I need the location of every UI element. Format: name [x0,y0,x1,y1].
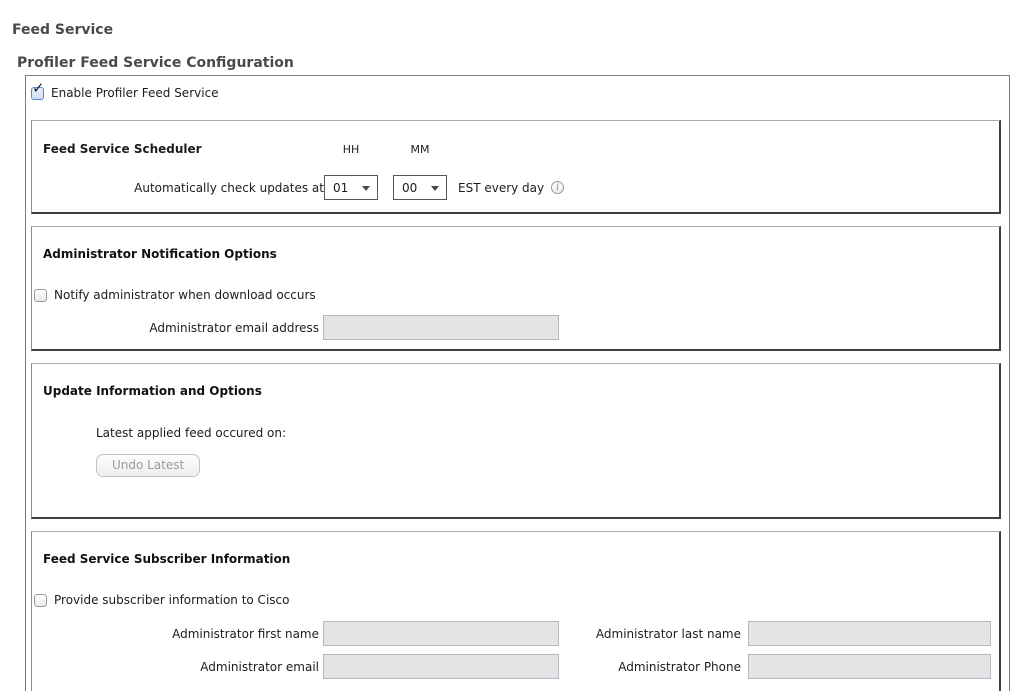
notification-section-title: Administrator Notification Options [43,247,999,261]
admin-email-label: Administrator email [32,660,319,674]
scheduler-section-title: Feed Service Scheduler [43,142,324,156]
minutes-column-label: MM [393,143,447,156]
notify-admin-label: Notify administrator when download occur… [54,288,316,302]
enable-feed-service-checkbox[interactable]: ✓ [31,87,44,100]
minute-select-value: 00 [402,181,417,195]
hour-select-value: 01 [333,181,348,195]
undo-latest-button[interactable]: Undo Latest [96,454,200,477]
provide-subscriber-info-row: Provide subscriber information to Cisco [34,593,999,607]
latest-applied-feed-label: Latest applied feed occured on: [96,426,999,440]
enable-feed-service-row: ✓ Enable Profiler Feed Service [26,76,1009,110]
subscriber-contact-row: Administrator email Administrator Phone [32,654,999,679]
checkmark-icon: ✓ [32,81,45,96]
admin-email-address-label: Administrator email address [32,321,319,335]
update-section-title: Update Information and Options [43,384,999,398]
subscriber-section: Feed Service Subscriber Information Prov… [31,531,1001,691]
admin-first-name-input[interactable] [323,621,559,646]
subscriber-name-row: Administrator first name Administrator l… [32,621,999,646]
chevron-down-icon [362,186,370,191]
notification-section: Administrator Notification Options Notif… [31,226,1001,351]
admin-phone-input[interactable] [748,654,991,679]
minute-select[interactable]: 00 [393,175,447,200]
update-section: Update Information and Options Latest ap… [31,363,1001,519]
page-title: Feed Service [12,22,1024,38]
enable-feed-service-label: Enable Profiler Feed Service [51,86,219,100]
timezone-frequency-label: EST every day [458,181,544,195]
notify-admin-checkbox[interactable] [34,289,47,302]
admin-first-name-label: Administrator first name [32,627,319,641]
auto-check-updates-label: Automatically check updates at [43,181,324,195]
admin-phone-label: Administrator Phone [559,660,741,674]
notify-admin-row: Notify administrator when download occur… [34,288,999,302]
scheduler-header-row: Feed Service Scheduler HH MM [43,142,999,156]
admin-email-input[interactable] [323,654,559,679]
feed-service-page: Feed Service Profiler Feed Service Confi… [0,0,1024,691]
configuration-panel: ✓ Enable Profiler Feed Service Feed Serv… [25,75,1010,691]
chevron-down-icon [431,186,439,191]
provide-subscriber-info-checkbox[interactable] [34,594,47,607]
scheduler-time-row: Automatically check updates at 01 00 EST… [43,175,999,200]
section-title: Profiler Feed Service Configuration [17,55,1024,71]
admin-email-row: Administrator email address [32,315,999,340]
subscriber-section-title: Feed Service Subscriber Information [43,552,999,566]
hours-column-label: HH [324,143,378,156]
admin-last-name-label: Administrator last name [559,627,741,641]
hour-select[interactable]: 01 [324,175,378,200]
admin-last-name-input[interactable] [748,621,991,646]
info-icon[interactable]: i [551,181,564,194]
provide-subscriber-info-label: Provide subscriber information to Cisco [54,593,289,607]
admin-email-address-input[interactable] [323,315,559,340]
scheduler-section: Feed Service Scheduler HH MM Automatical… [31,120,1001,214]
